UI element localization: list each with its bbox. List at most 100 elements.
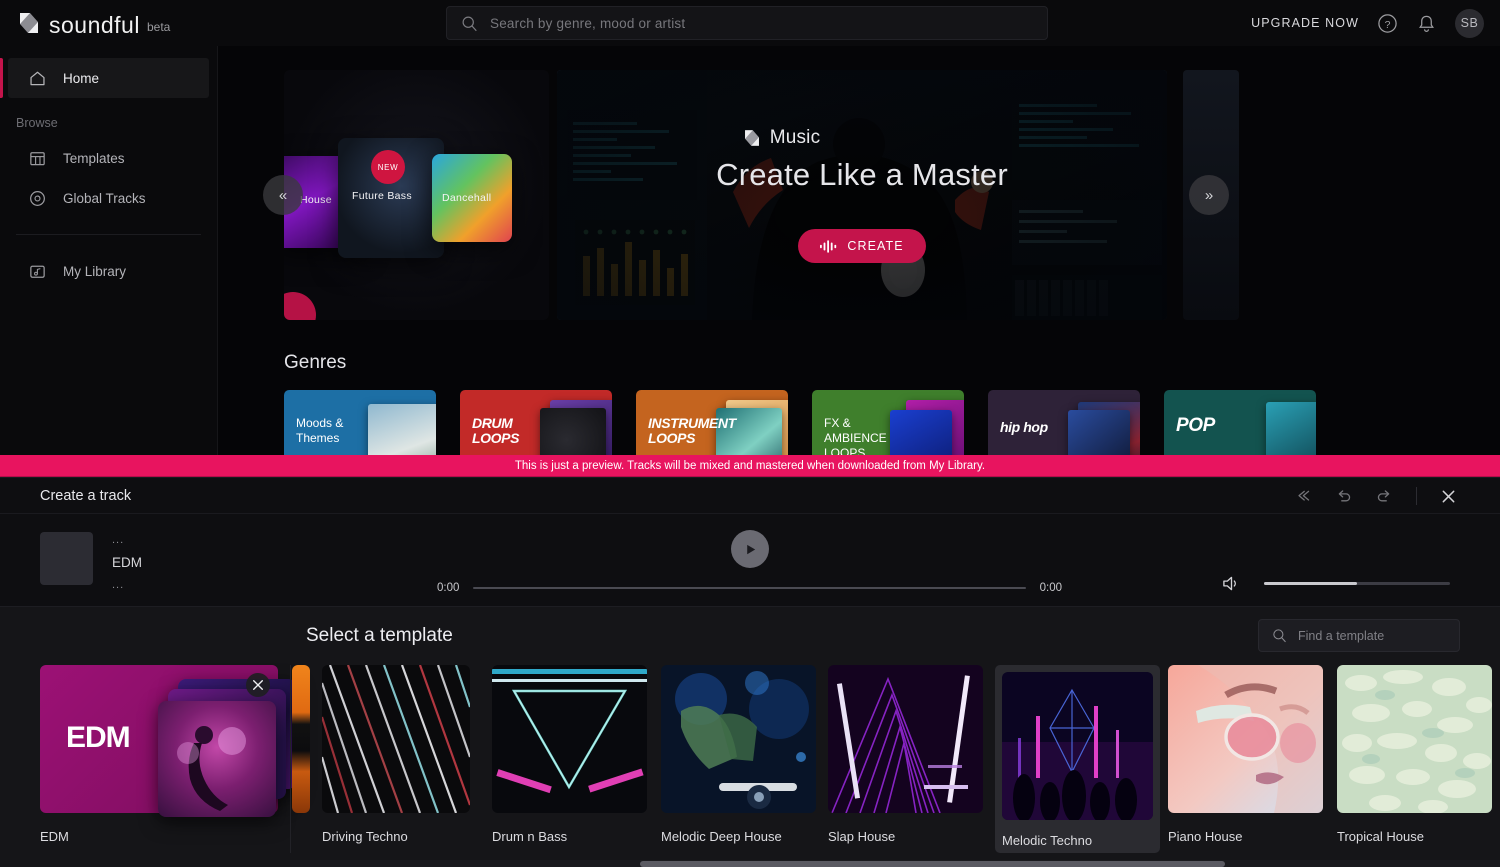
global-search[interactable]: Search by genre, mood or artist bbox=[446, 6, 1048, 40]
dj-hands-art bbox=[661, 665, 816, 813]
progress-slider[interactable] bbox=[473, 587, 1026, 589]
track-thumbnail bbox=[40, 532, 93, 585]
template-thumb-driving-techno bbox=[322, 665, 470, 813]
genre-card-label: DRUM LOOPS bbox=[472, 415, 520, 446]
template-thumb-tropical-house bbox=[1337, 665, 1492, 813]
hero-title: Create Like a Master bbox=[716, 157, 1008, 192]
volume-slider[interactable] bbox=[1264, 582, 1450, 585]
stack-layer bbox=[158, 701, 276, 817]
sidebar-item-label: Templates bbox=[63, 150, 125, 166]
soundful-logo-icon bbox=[20, 13, 38, 33]
template-label: Drum n Bass bbox=[492, 829, 568, 844]
upgrade-now-button[interactable]: UPGRADE NOW bbox=[1251, 16, 1359, 30]
global-search-placeholder: Search by genre, mood or artist bbox=[490, 15, 686, 31]
edm-wordmark: EDM bbox=[66, 721, 131, 754]
template-picker-title: Select a template bbox=[306, 625, 453, 646]
play-icon bbox=[746, 544, 755, 554]
sidebar-item-global-tracks[interactable]: Global Tracks bbox=[8, 178, 209, 218]
template-row: EDM EDM Driving Techno Drum n Bass Melod… bbox=[0, 665, 1500, 867]
purple-tunnel-art bbox=[828, 665, 983, 813]
template-search[interactable]: Find a template bbox=[1258, 619, 1460, 652]
template-thumb-piano-house bbox=[1168, 665, 1323, 813]
sidebar-item-my-library[interactable]: My Library bbox=[8, 251, 209, 291]
template-card-melodic-techno[interactable]: Melodic Techno bbox=[995, 665, 1160, 853]
edm-art-stack bbox=[148, 679, 296, 817]
sidebar-item-label: My Library bbox=[63, 263, 127, 279]
preview-banner-text: This is just a preview. Tracks will be m… bbox=[514, 459, 986, 472]
template-card-edm[interactable]: EDM EDM bbox=[40, 665, 296, 853]
volume-icon[interactable] bbox=[1221, 574, 1242, 593]
template-card-piano-house[interactable]: Piano House bbox=[1168, 665, 1323, 853]
player: ... EDM ... 0:00 0:00 bbox=[0, 514, 1500, 606]
template-divider bbox=[290, 665, 291, 853]
redo-icon[interactable] bbox=[1375, 487, 1394, 506]
genre-card-label: INSTRUMENT LOOPS bbox=[648, 415, 736, 446]
carousel-next-button[interactable]: » bbox=[1189, 175, 1229, 215]
top-bar: soundful beta Search by genre, mood or a… bbox=[0, 0, 1500, 46]
grid-icon bbox=[30, 151, 45, 165]
sidebar-item-label: Home bbox=[63, 70, 100, 86]
reset-icon[interactable] bbox=[1293, 487, 1312, 506]
neon-triangle-art bbox=[492, 665, 647, 813]
genre-card-stack: House Future Bass Dancehall NEW bbox=[284, 70, 549, 320]
panel-header: Create a track bbox=[0, 478, 1500, 514]
template-card-partial[interactable] bbox=[292, 665, 310, 853]
stack-card-dancehall: Dancehall bbox=[432, 154, 512, 242]
brand-logo[interactable]: soundful beta bbox=[16, 10, 170, 38]
brand-name: soundful bbox=[49, 12, 140, 38]
help-circle-icon[interactable]: ? bbox=[1377, 13, 1398, 34]
current-time: 0:00 bbox=[437, 582, 460, 594]
total-time: 0:00 bbox=[1039, 582, 1062, 594]
template-card-slap-house[interactable]: Slap House bbox=[828, 665, 983, 853]
template-card-drum-n-bass[interactable]: Drum n Bass bbox=[492, 665, 647, 853]
template-label: Tropical House bbox=[1337, 829, 1424, 844]
volume-control bbox=[1221, 574, 1450, 593]
hero-banner[interactable]: Music Create Like a Master CREATE bbox=[557, 70, 1167, 320]
create-track-panel: Create a track ... EDM ... 0:00 0:00 Sel… bbox=[0, 477, 1500, 867]
template-label: Piano House bbox=[1168, 829, 1243, 844]
panel-title: Create a track bbox=[40, 487, 132, 504]
hero-content: Music Create Like a Master CREATE bbox=[557, 70, 1167, 320]
sidebar-section-browse: Browse bbox=[16, 116, 58, 130]
template-card-tropical-house[interactable]: Tropical House bbox=[1337, 665, 1492, 853]
hero-brand: Music bbox=[742, 127, 821, 149]
disc-icon bbox=[30, 190, 45, 206]
sidebar-item-home[interactable]: Home bbox=[0, 58, 209, 98]
track-genre: EDM bbox=[112, 555, 142, 570]
undo-icon[interactable] bbox=[1334, 487, 1353, 506]
hero-side-card-left[interactable]: House Future Bass Dancehall NEW bbox=[284, 70, 549, 320]
play-button[interactable] bbox=[731, 530, 769, 568]
scrollbar-thumb[interactable] bbox=[640, 861, 1225, 867]
template-scroll: EDM EDM Driving Techno Drum n Bass Melod… bbox=[0, 665, 1500, 853]
avatar[interactable]: SB bbox=[1455, 8, 1484, 38]
track-info: ... EDM ... bbox=[40, 532, 142, 591]
template-label: Slap House bbox=[828, 829, 896, 844]
playback-timeline: 0:00 0:00 bbox=[437, 582, 1062, 594]
close-icon[interactable] bbox=[1439, 487, 1458, 506]
track-title: ... bbox=[112, 534, 125, 546]
sunglasses-portrait-art bbox=[1168, 665, 1323, 813]
hero-brand-label: Music bbox=[769, 127, 821, 148]
search-icon bbox=[462, 16, 477, 31]
genre-card-label: hip hop bbox=[1000, 419, 1048, 435]
sidebar-item-templates[interactable]: Templates bbox=[8, 138, 209, 178]
template-label: Driving Techno bbox=[322, 829, 408, 844]
create-button[interactable]: CREATE bbox=[798, 229, 926, 263]
template-thumb-melodic-techno bbox=[1002, 672, 1153, 820]
template-card-melodic-deep-house[interactable]: Melodic Deep House bbox=[661, 665, 816, 853]
template-scrollbar[interactable] bbox=[290, 860, 1500, 867]
crowd-laser-art bbox=[1002, 672, 1153, 820]
search-icon bbox=[1273, 629, 1286, 643]
home-icon bbox=[30, 71, 45, 85]
svg-text:?: ? bbox=[1385, 18, 1391, 30]
carousel-prev-button[interactable]: « bbox=[263, 175, 303, 215]
actions-divider bbox=[1416, 487, 1417, 505]
template-thumb-slap-house bbox=[828, 665, 983, 813]
bell-icon[interactable] bbox=[1416, 13, 1437, 34]
template-picker: Select a template Find a template EDM ED… bbox=[0, 606, 1500, 867]
template-card-driving-techno[interactable]: Driving Techno bbox=[322, 665, 470, 853]
panel-actions bbox=[1293, 478, 1458, 514]
template-thumb-edm: EDM bbox=[40, 665, 296, 817]
genres-title: Genres bbox=[284, 352, 347, 373]
remove-template-button[interactable] bbox=[246, 673, 270, 697]
